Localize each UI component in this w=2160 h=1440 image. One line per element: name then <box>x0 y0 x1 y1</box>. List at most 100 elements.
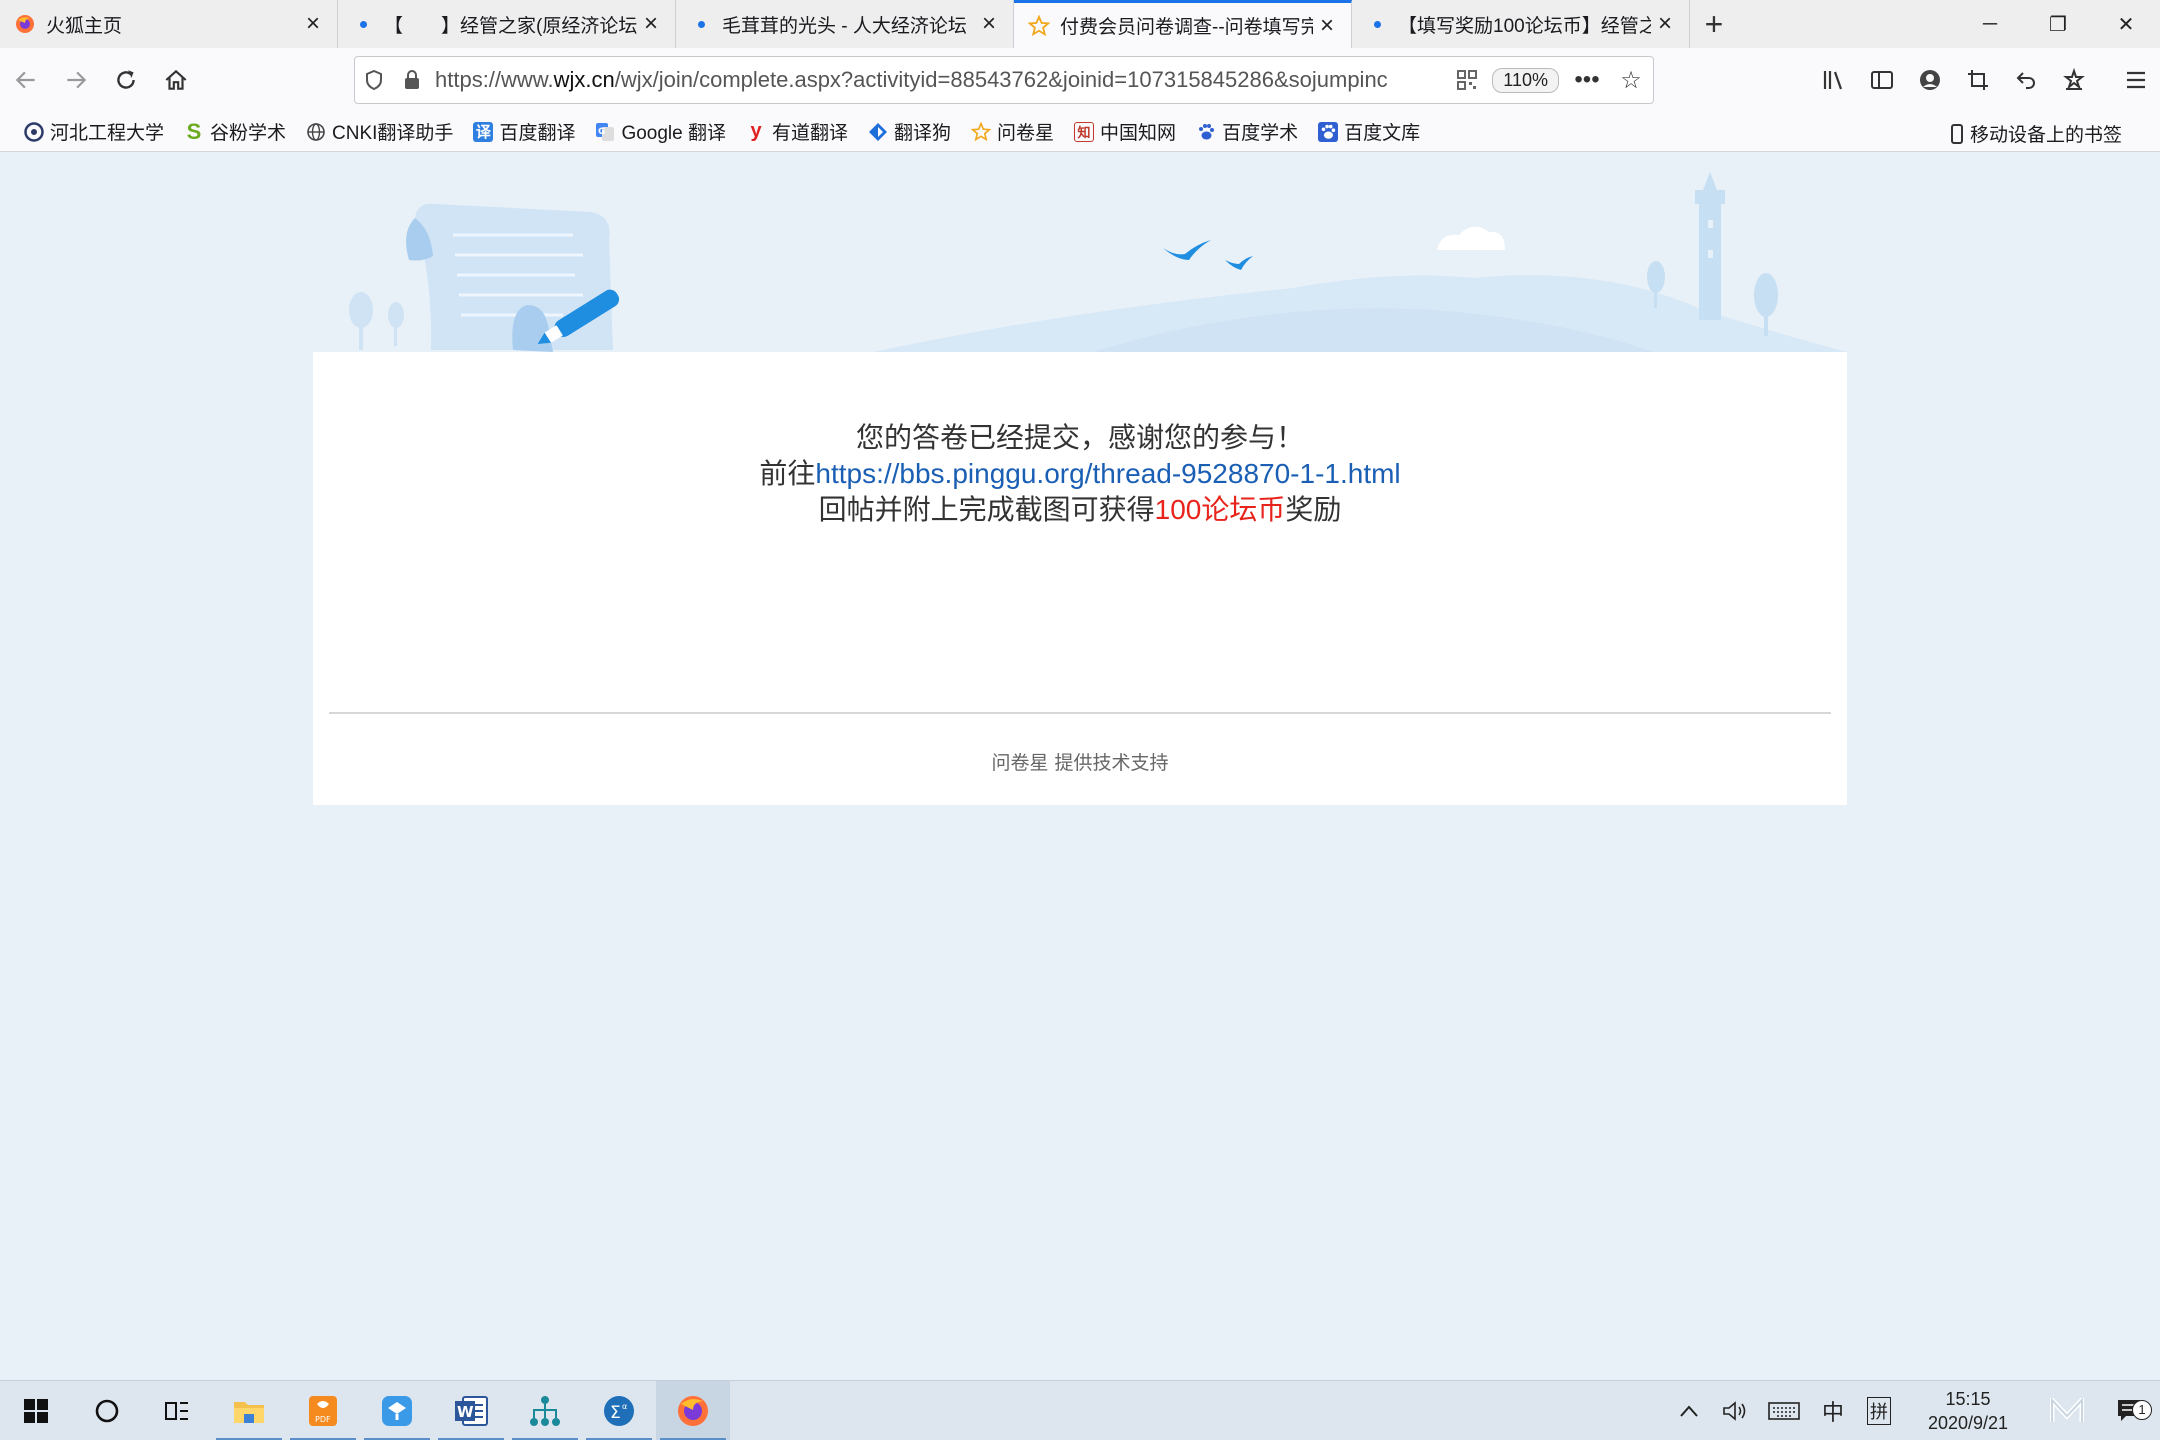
star-icon <box>971 121 992 142</box>
menu-icon[interactable] <box>2112 70 2160 90</box>
extension-icon[interactable] <box>2050 68 2098 92</box>
tab-bar: 火狐主页 × 【 】经管之家(原经济论坛) × 毛茸茸的光头 - 人大经济论坛 … <box>0 0 2160 48</box>
tab-firefox-home[interactable]: 火狐主页 × <box>0 0 338 48</box>
fanyigou-icon <box>868 122 888 142</box>
firefox-icon <box>14 13 36 35</box>
tree-icon <box>1754 273 1778 336</box>
star-icon <box>1028 14 1050 37</box>
close-tab-icon[interactable]: × <box>1313 12 1341 40</box>
taskbar-firefox[interactable] <box>656 1380 730 1440</box>
svg-text:G: G <box>598 127 605 137</box>
notification-center-icon[interactable]: 1 <box>2100 1398 2160 1424</box>
scroll-document-icon <box>406 203 613 352</box>
university-icon <box>24 121 44 142</box>
address-bar[interactable]: https://www.wjx.cn/wjx/join/complete.asp… <box>354 56 1654 104</box>
lock-icon[interactable] <box>393 69 431 91</box>
thank-you-text: 您的答卷已经提交，感谢您的参与！ <box>855 422 1304 453</box>
task-view-button[interactable] <box>142 1381 212 1440</box>
translate-icon: 译 <box>473 121 494 142</box>
sidebar-icon[interactable] <box>1858 69 1906 91</box>
undo-icon[interactable] <box>2002 68 2050 92</box>
svg-text:PDF: PDF <box>315 1415 331 1424</box>
forward-arrow-icon <box>67 71 87 89</box>
zoom-level-button[interactable]: 110% <box>1492 67 1559 93</box>
show-hidden-icons-chevron-icon[interactable] <box>1666 1404 1712 1418</box>
notification-count-badge: 1 <box>2132 1399 2152 1420</box>
tab-pinggu-profile[interactable]: 毛茸茸的光头 - 人大经济论坛 × <box>676 0 1014 48</box>
reload-button[interactable] <box>102 56 150 104</box>
pdf-icon: PDF <box>309 1395 337 1426</box>
google-translate-icon: G <box>595 122 615 142</box>
close-tab-icon[interactable]: × <box>975 10 1003 38</box>
minimize-icon[interactable]: ─ <box>1956 0 2024 48</box>
bookmark-google-translate[interactable]: G Google 翻译 <box>595 118 726 145</box>
bookmark-wjx[interactable]: 问卷星 <box>971 118 1054 145</box>
taskbar-pdf-app[interactable]: PDF <box>286 1381 360 1440</box>
taskbar-word[interactable]: W <box>434 1381 508 1440</box>
bookmark-baidu-translate[interactable]: 译 百度翻译 <box>473 118 575 145</box>
tab-survey-complete[interactable]: 付费会员问卷调查--问卷填写完成 × <box>1014 0 1352 48</box>
bookmarks-toolbar: 河北工程大学 S 谷粉学术 CNKI翻译助手 译 百度翻译 G Google 翻… <box>0 112 2160 152</box>
search-button[interactable] <box>72 1381 142 1440</box>
forward-button[interactable] <box>52 56 100 104</box>
bookmark-baidu-scholar[interactable]: 百度学术 <box>1196 118 1298 145</box>
ime-mode-indicator[interactable]: 拼 <box>1856 1396 1902 1425</box>
close-tab-icon[interactable]: × <box>299 10 327 38</box>
reward-instruction: 回帖并附上完成截图可获得100论坛币奖励 <box>818 494 1342 525</box>
svg-text:Σ: Σ <box>610 1403 621 1423</box>
tab-title: 【填写奖励100论坛币】经管之家 <box>1398 15 1651 37</box>
back-button[interactable] <box>2 56 50 104</box>
taskbar-app[interactable] <box>360 1381 434 1440</box>
home-button[interactable] <box>152 56 200 104</box>
tech-support-footer[interactable]: 问卷星 提供技术支持 <box>313 748 1847 775</box>
home-icon <box>165 69 187 90</box>
screenshot-icon[interactable] <box>1954 68 2002 92</box>
forum-thread-link[interactable]: https://bbs.pinggu.org/thread-9528870-1-… <box>815 458 1400 489</box>
mobile-bookmarks[interactable]: 移动设备上的书签 <box>1950 120 2122 147</box>
new-tab-button[interactable]: + <box>1690 0 1738 48</box>
close-window-icon[interactable]: ✕ <box>2092 0 2160 48</box>
restore-icon[interactable]: ❐ <box>2024 0 2092 48</box>
start-button[interactable] <box>0 1381 72 1440</box>
keyboard-icon[interactable] <box>1758 1401 1810 1421</box>
clock-time: 15:15 <box>1945 1388 1991 1409</box>
close-tab-icon[interactable]: × <box>637 10 665 38</box>
reward-amount: 100论坛币 <box>1154 494 1286 525</box>
input-language-indicator[interactable]: 中 <box>1810 1395 1856 1427</box>
word-icon: W <box>455 1395 488 1426</box>
app-icon <box>382 1395 412 1426</box>
bookmark-baidu-wenku[interactable]: 百度文库 <box>1318 118 1420 145</box>
taskbar-clock[interactable]: 15:15 2020/9/21 <box>1902 1387 2034 1435</box>
bookmark-star-icon[interactable]: ☆ <box>1609 66 1653 95</box>
tray-app-icon[interactable] <box>2034 1397 2100 1424</box>
navigation-toolbar: https://www.wjx.cn/wjx/join/complete.asp… <box>0 48 2160 112</box>
account-icon[interactable] <box>1906 68 1954 92</box>
bookmark-fanyigou[interactable]: 翻译狗 <box>868 118 951 145</box>
url-text[interactable]: https://www.wjx.cn/wjx/join/complete.asp… <box>431 67 1448 93</box>
bookmark-youdao[interactable]: y 有道翻译 <box>746 118 848 145</box>
close-tab-icon[interactable]: × <box>1651 10 1679 38</box>
bookmark-cnki[interactable]: 知 中国知网 <box>1074 118 1176 145</box>
back-arrow-icon <box>15 71 35 89</box>
lighthouse-icon <box>1695 172 1725 320</box>
clock-date: 2020/9/21 <box>1927 1412 2009 1433</box>
tab-title: 付费会员问卷调查--问卷填写完成 <box>1060 17 1313 38</box>
page-actions-icon[interactable]: ••• <box>1565 66 1609 94</box>
completion-message: 您的答卷已经提交，感谢您的参与！ 前往https://bbs.pinggu.or… <box>313 420 1847 528</box>
tracking-shield-icon[interactable] <box>355 69 393 91</box>
bookmark-hebeu[interactable]: 河北工程大学 <box>24 118 164 145</box>
tab-pinggu-home[interactable]: 【 】经管之家(原经济论坛) × <box>338 0 676 48</box>
cnki-icon: 知 <box>1074 121 1095 142</box>
taskbar-mindmap[interactable] <box>508 1381 582 1440</box>
library-icon[interactable] <box>1810 69 1858 91</box>
bookmark-cnki-translate[interactable]: CNKI翻译助手 <box>306 118 453 145</box>
qr-code-icon[interactable] <box>1448 70 1486 90</box>
tab-pinggu-reward[interactable]: 【填写奖励100论坛币】经管之家 × <box>1352 0 1690 48</box>
volume-icon[interactable] <box>1712 1400 1758 1422</box>
hero-illustration <box>313 160 1847 352</box>
taskbar-math-app[interactable]: Σα <box>582 1381 656 1440</box>
completion-card: 您的答卷已经提交，感谢您的参与！ 前往https://bbs.pinggu.or… <box>313 352 1847 805</box>
firefox-icon <box>678 1395 708 1426</box>
taskbar-file-explorer[interactable] <box>212 1381 286 1440</box>
bookmark-gufen[interactable]: S 谷粉学术 <box>184 118 286 145</box>
